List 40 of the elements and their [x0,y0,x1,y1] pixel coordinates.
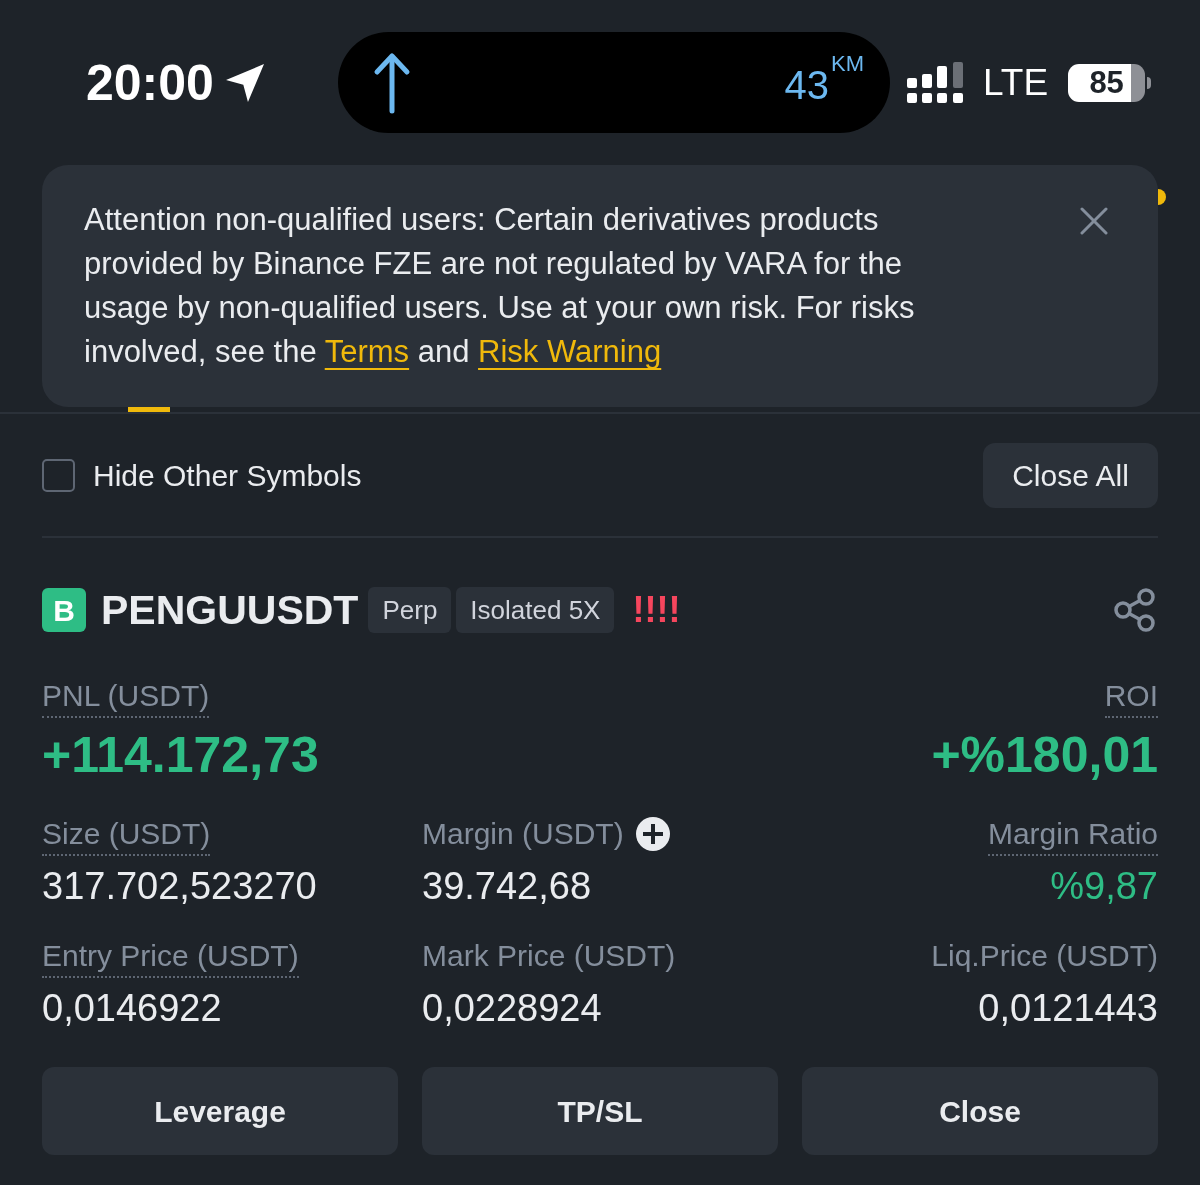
battery-percentage: 85 [1068,63,1146,102]
field-label: Mark Price (USDT) [422,938,676,974]
position-tag: Perp [368,587,452,633]
field-label[interactable]: Entry Price (USDT) [42,938,299,978]
pnl-label[interactable]: PNL (USDT) [42,678,210,718]
field-value: %9,87 [1050,864,1158,908]
network-type: LTE [983,64,1049,101]
action-button[interactable]: Close [802,1067,1158,1155]
share-icon[interactable] [1112,587,1158,633]
field-label: Liq.Price (USDT) [931,938,1158,974]
field-value: 0,0146922 [42,986,222,1030]
clock-time: 20:00 [86,57,214,108]
field-value: 39.742,68 [422,864,592,908]
symbol-name[interactable]: PENGUUSDT [101,589,359,631]
pnl-value: +114.172,73 [42,727,319,783]
checkbox-label[interactable]: Hide Other Symbols [93,460,362,491]
checkbox[interactable] [42,459,75,492]
plus-circle-icon[interactable] [635,817,670,851]
field-value: 0,0228924 [422,986,602,1030]
field-label[interactable]: Size (USDT) [42,816,211,856]
notice-link[interactable]: Terms [324,334,410,369]
close-icon[interactable] [1080,207,1108,235]
signal-icon [907,61,964,104]
field-value: 317.702,523270 [42,864,317,908]
field-label: Margin (USDT) [422,816,624,852]
position-tag: Isolated 5X [456,587,615,633]
tab-indicator [128,407,170,412]
notice-text: Attention non-qualified users: Certain derivatives products provided by Binance FZE are not regulated by VARA for the usage by non-qualified users. Use at your own risk. For risks involved, see the Terms and Risk Warning [84,201,916,371]
location-arrow-icon [225,63,264,102]
field-value: 0,0121443 [978,986,1158,1030]
symbol-badge: B [42,588,86,632]
notice-link[interactable]: Risk Warning [478,334,662,369]
action-button[interactable]: TP/SL [422,1067,778,1155]
action-button[interactable]: Leverage [42,1067,398,1155]
warning-marks: !!!! [632,592,681,628]
roi-label[interactable]: ROI [1104,678,1158,718]
navigation-distance: 43$^{KM}$ [784,56,864,109]
field-label[interactable]: Margin Ratio [987,816,1158,856]
roi-value: +%180,01 [931,727,1158,783]
close-all-button[interactable]: Close All [983,443,1158,508]
